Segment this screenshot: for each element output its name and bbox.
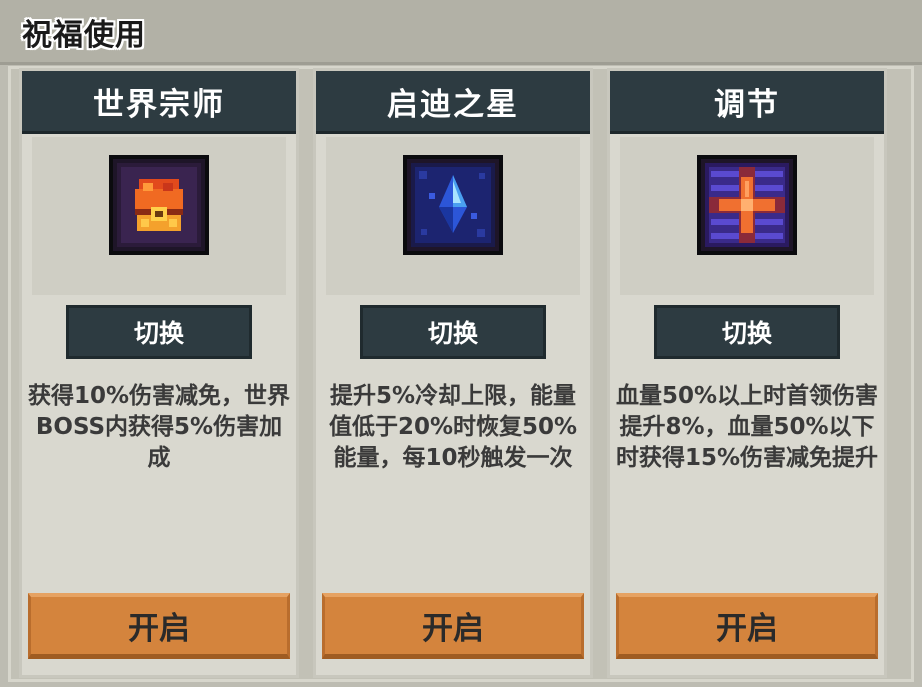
orange-cross-icon <box>697 155 797 255</box>
blessing-card-regulation: 调节 切换 血量50%以上时首领伤害提升8%，血量50%以下时获得15%伤害减免… <box>607 68 887 678</box>
header-bar: 祝福使用 <box>0 0 922 65</box>
enable-button[interactable]: 开启 <box>322 593 584 659</box>
icon-area <box>620 137 874 295</box>
blue-crystal-icon <box>403 155 503 255</box>
icon-area <box>32 137 286 295</box>
chest-icon <box>109 155 209 255</box>
switch-button[interactable]: 切换 <box>360 305 546 359</box>
blessing-card-enlightenment-star: 启迪之星 切换 提升5%冷却上限，能量值低于20%时恢复50%能量，每10秒触发… <box>313 68 593 678</box>
card-description: 血量50%以上时首领伤害提升8%，血量50%以下时获得15%伤害减免提升 <box>615 383 879 471</box>
icon-area <box>326 137 580 295</box>
switch-button[interactable]: 切换 <box>654 305 840 359</box>
card-description: 获得10%伤害减免，世界BOSS内获得5%伤害加成 <box>27 383 291 471</box>
page-title: 祝福使用 <box>22 18 146 53</box>
card-description: 提升5%冷却上限，能量值低于20%时恢复50%能量，每10秒触发一次 <box>328 383 578 471</box>
blessing-card-world-master: 世界宗师 切换 获得10%伤害减免，世界BOSS内获得5%伤害加成 开启 <box>19 68 299 678</box>
card-title: 世界宗师 <box>22 71 296 134</box>
enable-button[interactable]: 开启 <box>616 593 878 659</box>
card-title: 调节 <box>610 71 884 134</box>
enable-button[interactable]: 开启 <box>28 593 290 659</box>
switch-button[interactable]: 切换 <box>66 305 252 359</box>
card-title: 启迪之星 <box>316 71 590 134</box>
